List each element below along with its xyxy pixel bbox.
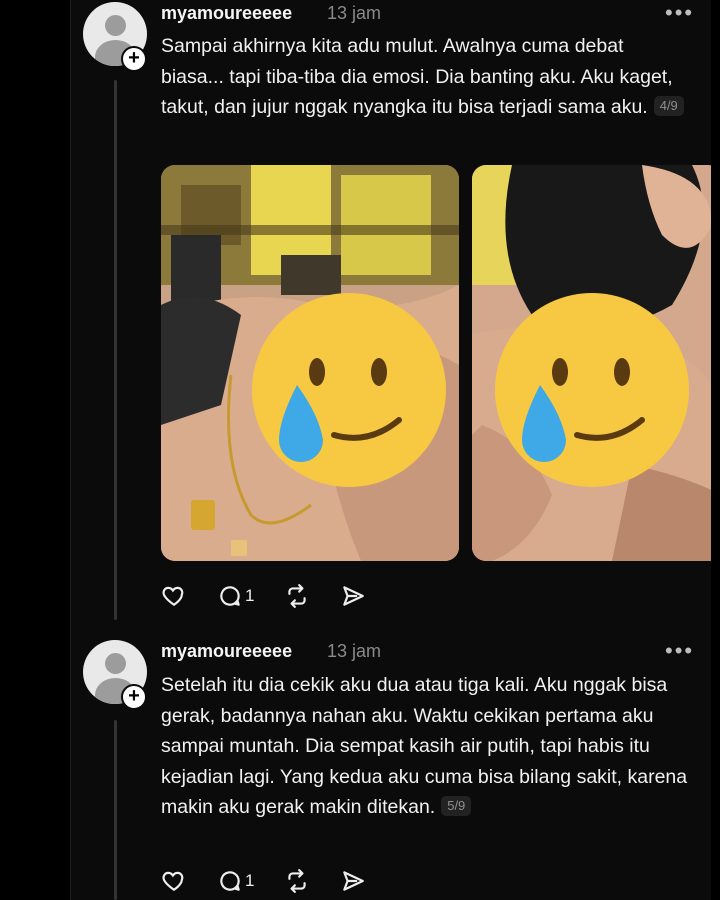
repost-icon [288,869,307,893]
share-icon [343,586,365,606]
post-timestamp: 13 jam [327,641,382,661]
repost-icon [288,584,307,608]
share-button[interactable] [340,583,366,609]
thread-counter-badge: 4/9 [653,96,684,116]
share-icon [343,871,365,891]
reply-count: 1 [245,871,255,890]
thread-counter-badge: 5/9 [441,796,472,816]
post-actions: 1 [161,866,396,896]
crying-emoji-sticker [252,293,446,487]
comment-icon [220,586,240,606]
post-text-body: Sampai akhirnya kita adu mulut. Awalnya … [161,35,673,118]
post-username[interactable]: myamoureeeee [161,641,292,662]
like-button[interactable] [161,583,187,609]
post-text: Sampai akhirnya kita adu mulut. Awalnya … [161,31,691,123]
like-button[interactable] [161,868,187,894]
follow-button[interactable]: + [121,684,147,710]
post-text: Setelah itu dia cekik aku dua atau tiga … [161,670,691,823]
thread-connector-line [114,720,117,900]
post-text-body: Setelah itu dia cekik aku dua atau tiga … [161,674,688,818]
crying-emoji-sticker [495,293,689,487]
heart-icon [162,586,184,606]
avatar-head-shape [105,15,126,36]
avatar-head-shape [105,653,126,674]
screen: + myamoureeeee 13 jam ••• Sampai akhirny… [0,0,720,900]
more-options-icon[interactable]: ••• [665,640,694,662]
share-button[interactable] [340,868,366,894]
post-actions: 1 [161,581,396,611]
more-options-icon[interactable]: ••• [665,2,694,24]
repost-button[interactable] [284,583,310,609]
post-timestamp: 13 jam [327,3,382,23]
follow-button[interactable]: + [121,46,147,72]
comment-icon [220,871,240,891]
thread-panel: + myamoureeeee 13 jam ••• Sampai akhirny… [70,0,711,900]
heart-icon [162,871,184,891]
reply-button[interactable]: 1 [217,583,254,609]
thread-connector-line [114,80,117,620]
reply-button[interactable]: 1 [217,868,254,894]
repost-button[interactable] [284,868,310,894]
reply-count: 1 [245,586,255,605]
post-username[interactable]: myamoureeeee [161,3,292,24]
